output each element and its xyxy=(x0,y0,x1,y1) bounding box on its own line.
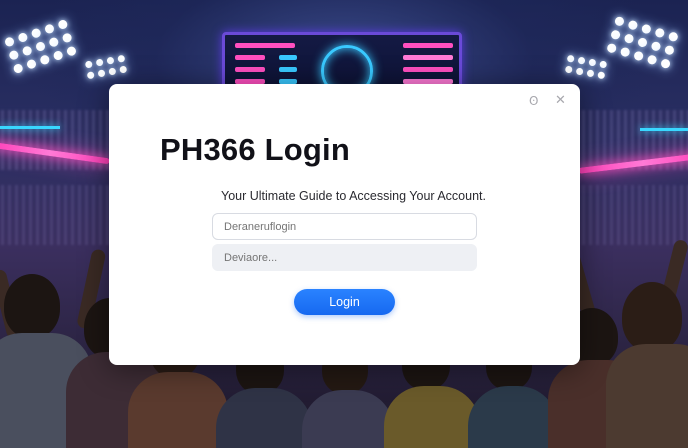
login-button[interactable]: Login xyxy=(294,289,395,315)
login-subtitle: Your Ultimate Guide to Accessing Your Ac… xyxy=(221,189,486,203)
close-icon[interactable]: ✕ xyxy=(555,94,566,108)
page-title: PH366 Login xyxy=(160,132,350,167)
floodlight-right xyxy=(606,15,679,70)
floodlight-left-small xyxy=(84,54,128,80)
cyan-light-right xyxy=(640,128,688,131)
floodlight-left xyxy=(3,18,78,75)
login-dialog: ʘ ✕ PH366 Login Your Ultimate Guide to A… xyxy=(109,84,580,365)
password-input[interactable] xyxy=(212,244,477,271)
minimize-icon[interactable]: ʘ xyxy=(529,94,538,108)
floodlight-right-small xyxy=(564,54,608,80)
username-input[interactable] xyxy=(212,213,477,240)
cyan-light-left xyxy=(0,126,60,129)
